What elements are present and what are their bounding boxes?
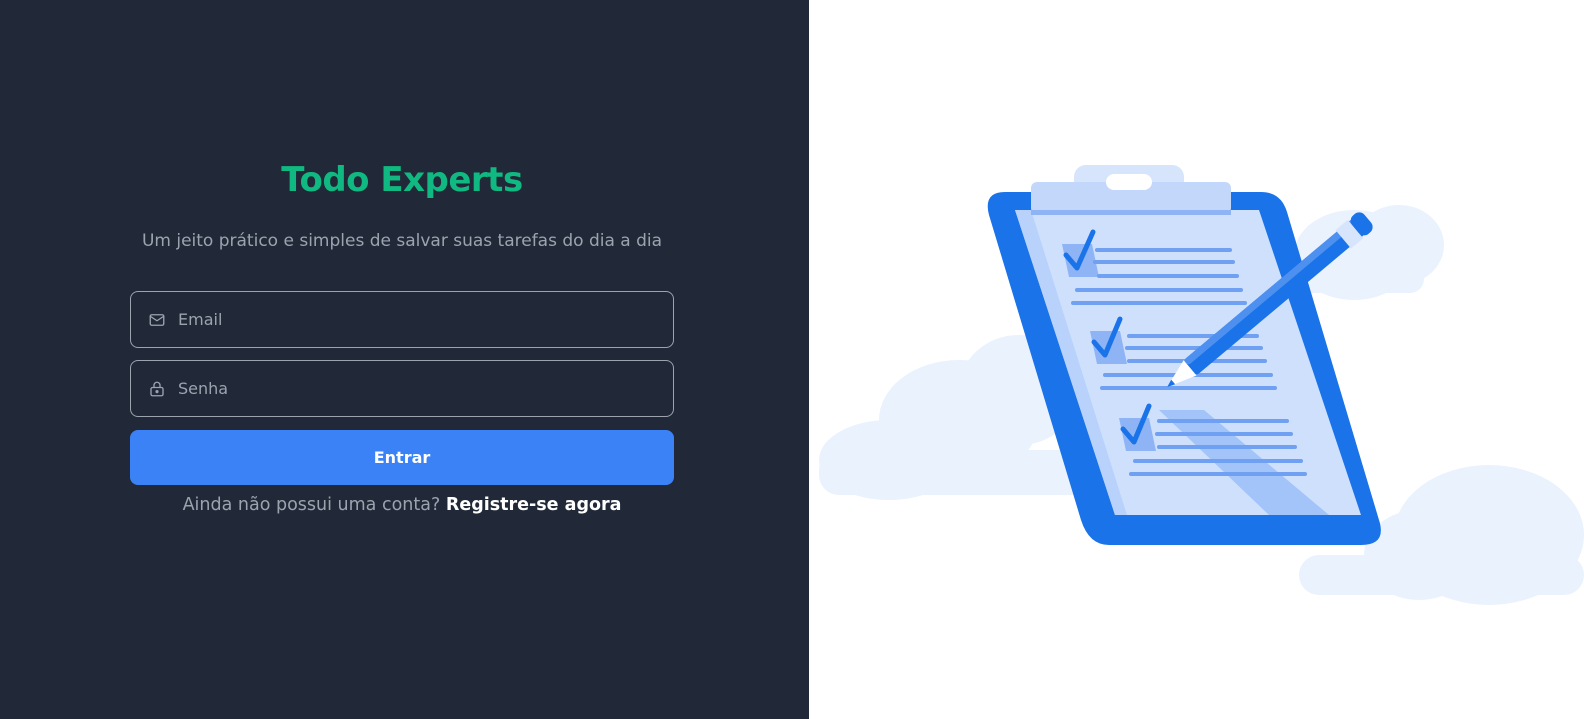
login-panel: Todo Experts Um jeito prático e simples … bbox=[0, 0, 809, 719]
mail-icon bbox=[147, 310, 167, 330]
illustration-panel bbox=[809, 0, 1584, 719]
password-field-wrapper bbox=[130, 360, 674, 417]
clipboard-checklist-illustration bbox=[819, 165, 1584, 605]
register-link[interactable]: Registre-se agora bbox=[446, 495, 622, 515]
password-input[interactable] bbox=[167, 361, 673, 416]
login-button[interactable]: Entrar bbox=[130, 430, 674, 485]
register-prompt: Ainda não possui uma conta? Registre-se … bbox=[90, 495, 714, 515]
lock-icon bbox=[147, 379, 167, 399]
email-field-wrapper bbox=[130, 291, 674, 348]
email-input[interactable] bbox=[167, 292, 673, 347]
register-prompt-text: Ainda não possui uma conta? bbox=[182, 495, 441, 515]
app-title: Todo Experts bbox=[281, 160, 523, 200]
app-subtitle: Um jeito prático e simples de salvar sua… bbox=[141, 231, 663, 251]
